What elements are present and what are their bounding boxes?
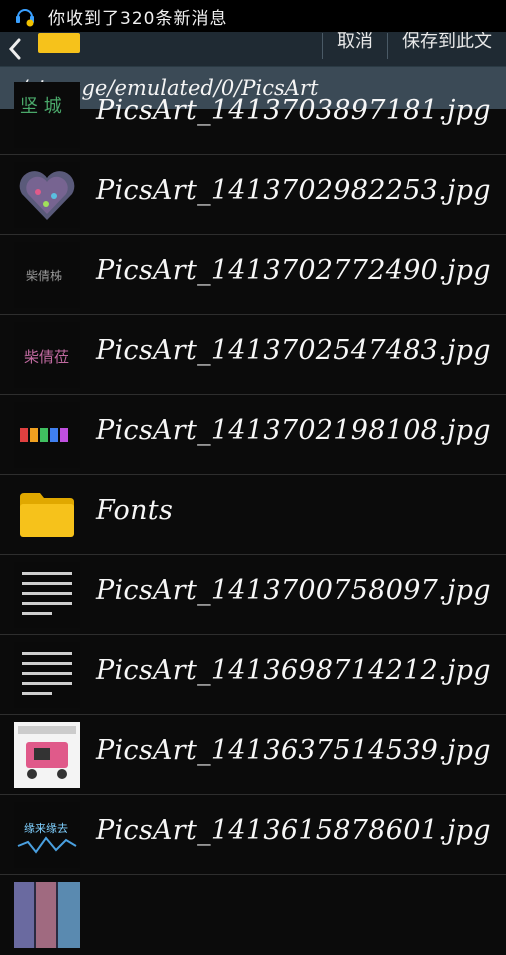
list-item[interactable]: PicsArt_1413698714212.jpg <box>0 635 506 715</box>
list-item[interactable]: 柴倩莅 PicsArt_1413702547483.jpg <box>0 315 506 395</box>
list-item[interactable]: 坚 城 PicsArt_1413703897181.jpg <box>0 75 506 155</box>
svg-text:柴倩柹: 柴倩柹 <box>26 268 62 283</box>
file-name: PicsArt_1413615878601.jpg <box>96 815 491 846</box>
list-item[interactable]: 柴倩柹 PicsArt_1413702772490.jpg <box>0 235 506 315</box>
notification-text: 你收到了320条新消息 <box>48 8 228 29</box>
status-bar: 你收到了320条新消息 <box>0 0 506 32</box>
list-item[interactable]: PicsArt_1413702198108.jpg <box>0 395 506 475</box>
file-name: PicsArt_1413700758097.jpg <box>96 575 491 606</box>
file-name: PicsArt_1413637514539.jpg <box>96 735 491 766</box>
image-thumbnail <box>14 642 80 708</box>
file-name: PicsArt_1413702198108.jpg <box>96 415 491 446</box>
folder-item-fonts[interactable]: Fonts <box>0 475 506 555</box>
svg-text:坚 城: 坚 城 <box>20 96 62 117</box>
file-name: PicsArt_1413702982253.jpg <box>96 175 491 206</box>
folder-name: Fonts <box>96 495 174 526</box>
image-thumbnail <box>14 722 80 788</box>
list-item[interactable] <box>0 875 506 955</box>
image-thumbnail: 柴倩柹 <box>14 242 80 308</box>
back-chevron-icon[interactable] <box>6 32 24 66</box>
list-item[interactable]: PicsArt_1413637514539.jpg <box>0 715 506 795</box>
file-name: PicsArt_1413702772490.jpg <box>96 255 491 286</box>
headset-notification-icon <box>14 5 36 27</box>
file-name: PicsArt_1413703897181.jpg <box>96 95 491 126</box>
folder-icon <box>18 491 76 539</box>
image-thumbnail: 柴倩莅 <box>14 322 80 388</box>
svg-text:柴倩莅: 柴倩莅 <box>24 348 69 366</box>
image-thumbnail: 坚 城 <box>14 82 80 148</box>
list-item[interactable]: PicsArt_1413702982253.jpg <box>0 155 506 235</box>
list-item[interactable]: 缘来缘去 PicsArt_1413615878601.jpg <box>0 795 506 875</box>
image-thumbnail <box>14 882 80 948</box>
image-thumbnail <box>14 402 80 468</box>
image-thumbnail <box>14 162 80 228</box>
folder-icon <box>38 33 80 53</box>
file-name: PicsArt_1413702547483.jpg <box>96 335 491 366</box>
action-bar: 取消 保存到此文 <box>0 32 506 67</box>
file-name: PicsArt_1413698714212.jpg <box>96 655 491 686</box>
svg-text:缘来缘去: 缘来缘去 <box>24 822 68 835</box>
save-here-button[interactable]: 保存到此文 <box>388 32 506 53</box>
cancel-button[interactable]: 取消 <box>323 32 387 53</box>
image-thumbnail: 缘来缘去 <box>14 802 80 868</box>
image-thumbnail <box>14 562 80 628</box>
list-item[interactable]: PicsArt_1413700758097.jpg <box>0 555 506 635</box>
